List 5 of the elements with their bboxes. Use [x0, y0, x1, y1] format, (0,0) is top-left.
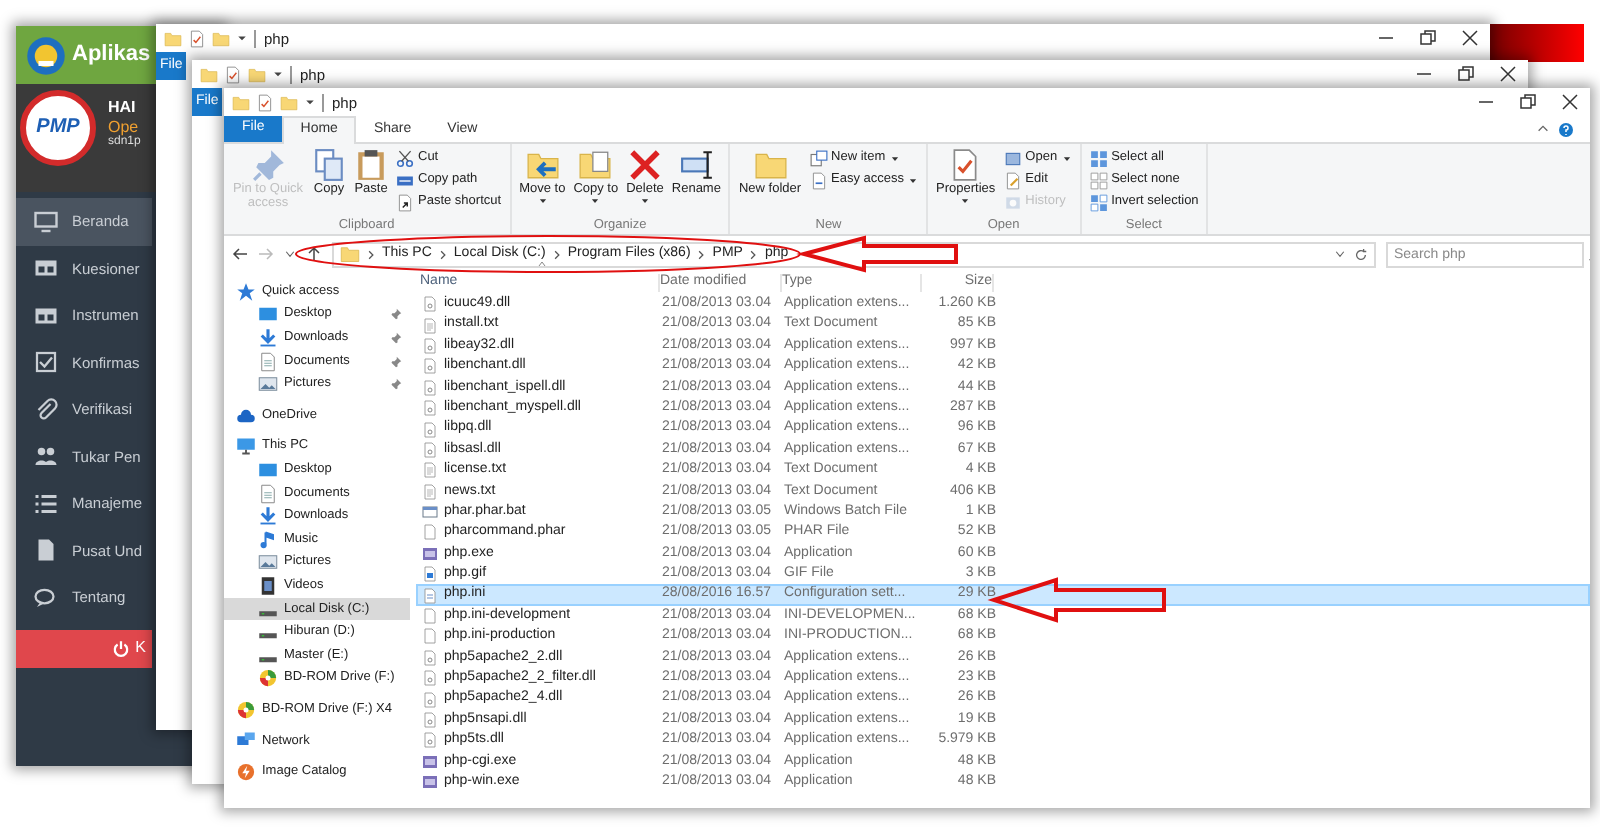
- logo: PMP: [20, 90, 96, 166]
- status-text: Ope: [108, 117, 139, 136]
- logout-button[interactable]: K: [16, 629, 152, 667]
- greeting: HAI: [108, 98, 138, 118]
- app-title: Aplikas: [72, 41, 151, 69]
